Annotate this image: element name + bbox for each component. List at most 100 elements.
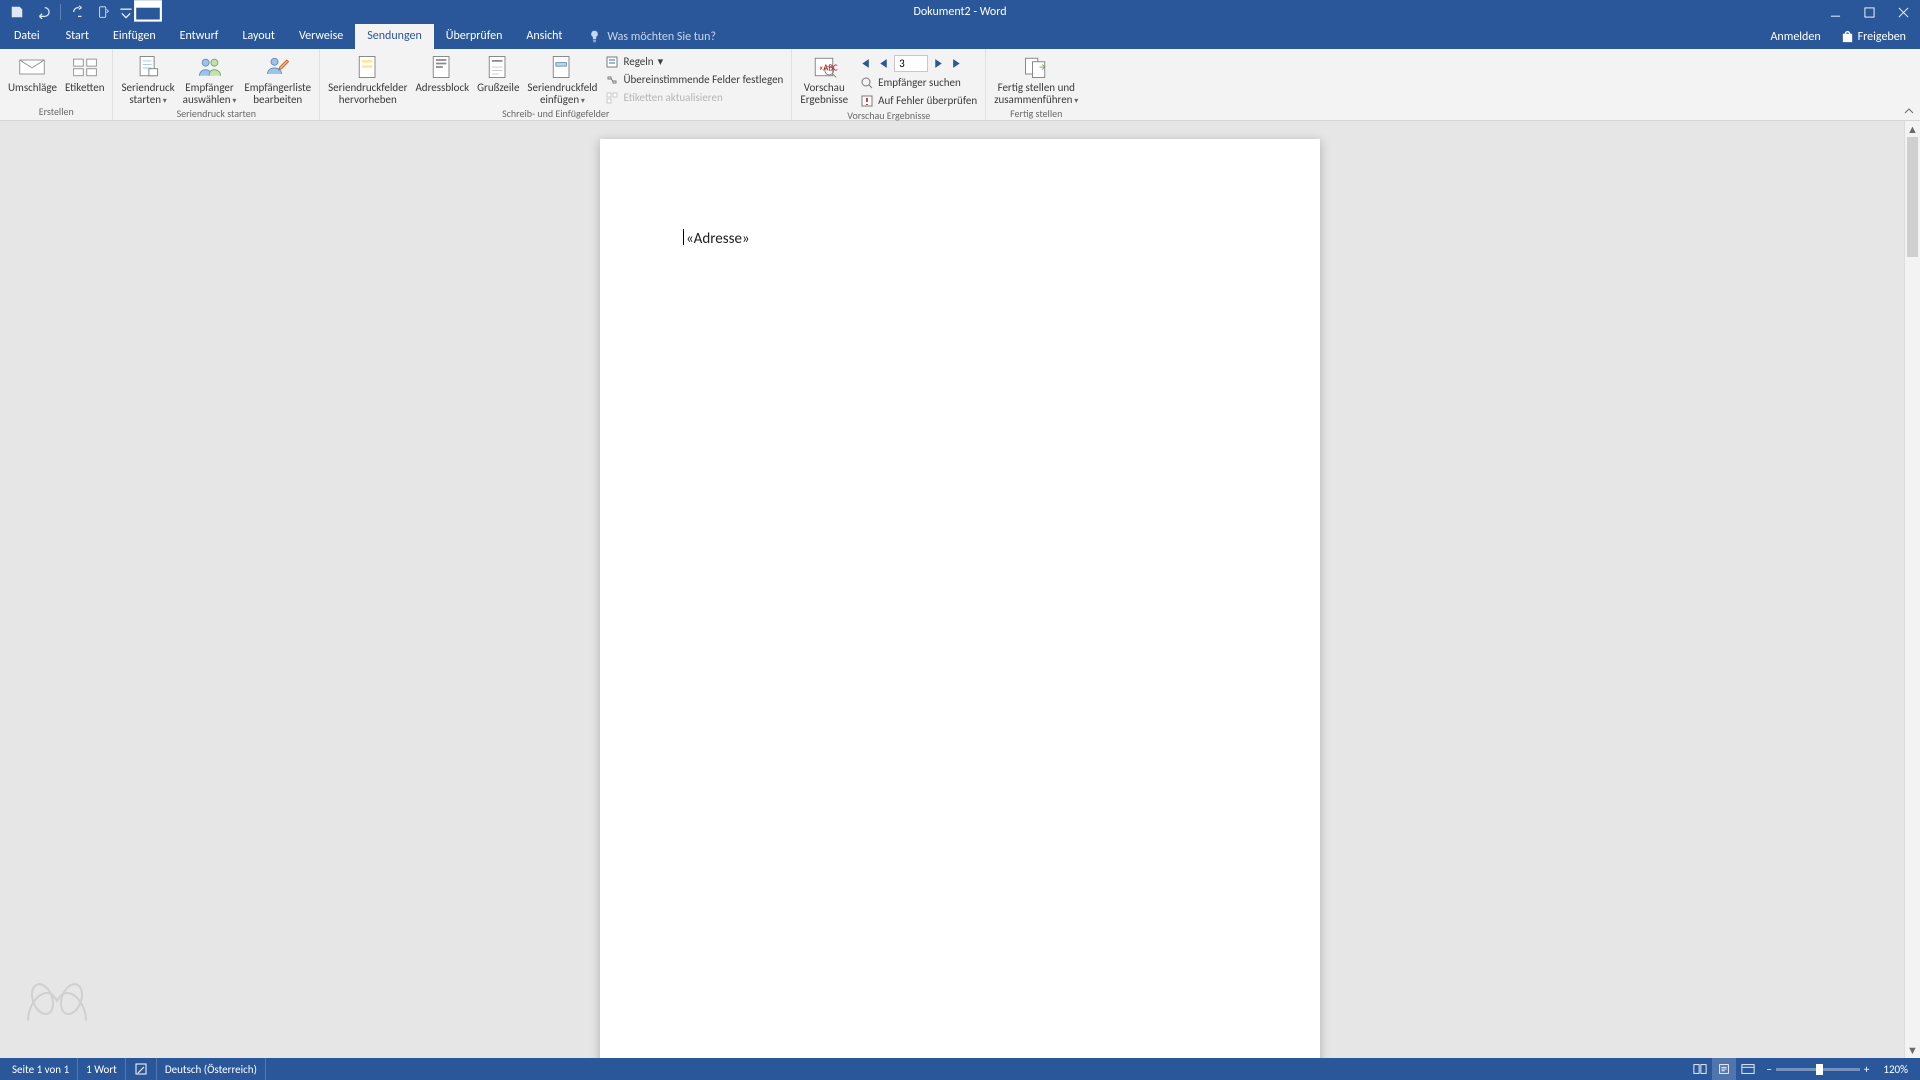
group-fertig-stellen: Fertig stellen und zusammenführen Fertig… bbox=[986, 49, 1086, 120]
ribbon-display-options-button[interactable] bbox=[133, 0, 163, 24]
address-block-button[interactable]: Adressblock bbox=[411, 51, 473, 94]
view-web-layout-button[interactable] bbox=[1736, 1058, 1760, 1080]
group-seriendruck-starten: Seriendruck starten Empfänger auswählen … bbox=[113, 49, 320, 120]
prev-record-button[interactable] bbox=[875, 55, 892, 72]
recipients-icon bbox=[194, 53, 226, 81]
edit-recipient-list-button[interactable]: Empfängerliste bearbeiten bbox=[240, 51, 315, 106]
tell-me-input[interactable] bbox=[607, 30, 787, 44]
last-record-button[interactable] bbox=[949, 55, 966, 72]
status-word-count[interactable]: 1 Wort bbox=[78, 1058, 126, 1080]
merge-field-text: «Adresse» bbox=[686, 230, 750, 248]
close-button[interactable] bbox=[1886, 0, 1920, 24]
page[interactable]: «Adresse» bbox=[600, 139, 1320, 1058]
error-check-icon bbox=[860, 94, 874, 108]
status-page[interactable]: Seite 1 von 1 bbox=[4, 1058, 78, 1080]
maximize-button[interactable] bbox=[1852, 0, 1886, 24]
record-navigation bbox=[856, 53, 981, 73]
group-label-felder: Schreib- und Einfügefelder bbox=[320, 107, 791, 121]
merge-field-icon bbox=[546, 53, 578, 81]
zoom-in-button[interactable]: + bbox=[1864, 1063, 1869, 1076]
tab-mailings[interactable]: Sendungen bbox=[355, 24, 434, 49]
scroll-down-button[interactable]: ▼ bbox=[1905, 1042, 1920, 1058]
zoom-slider[interactable] bbox=[1776, 1068, 1860, 1071]
labels-button[interactable]: Etiketten bbox=[61, 51, 109, 94]
find-recipient-button[interactable]: Empfänger suchen bbox=[856, 74, 981, 91]
preview-results-button[interactable]: «ABC» Vorschau Ergebnisse bbox=[796, 51, 852, 106]
tab-review[interactable]: Überprüfen bbox=[434, 24, 515, 49]
group-felder: Seriendruckfelder hervorheben Adressbloc… bbox=[320, 49, 792, 120]
ribbon: Umschläge Etiketten Erstellen Seriendruc… bbox=[0, 49, 1920, 121]
tab-file[interactable]: Datei bbox=[0, 24, 54, 49]
group-label-seriendruck: Seriendruck starten bbox=[113, 107, 319, 121]
tab-references[interactable]: Verweise bbox=[287, 24, 355, 49]
document-area: «Adresse» ▲ ▼ bbox=[0, 121, 1920, 1058]
scroll-up-button[interactable]: ▲ bbox=[1905, 121, 1920, 137]
search-icon bbox=[860, 76, 874, 90]
check-errors-button[interactable]: Auf Fehler überprüfen bbox=[856, 92, 981, 109]
svg-text:«ABC»: «ABC» bbox=[819, 64, 838, 74]
envelope-icon bbox=[16, 53, 48, 81]
zoom-controls: − + bbox=[1760, 1063, 1875, 1076]
envelopes-button[interactable]: Umschläge bbox=[4, 51, 61, 94]
save-button[interactable] bbox=[6, 1, 28, 23]
view-print-layout-button[interactable] bbox=[1712, 1058, 1736, 1080]
tab-insert[interactable]: Einfügen bbox=[101, 24, 168, 49]
text-cursor bbox=[683, 229, 684, 245]
group-label-erstellen: Erstellen bbox=[0, 105, 112, 120]
tab-layout[interactable]: Layout bbox=[230, 24, 287, 49]
status-bar: Seite 1 von 1 1 Wort Deutsch (Österreich… bbox=[0, 1058, 1920, 1080]
lightbulb-icon bbox=[588, 30, 601, 43]
group-label-fertig: Fertig stellen bbox=[986, 107, 1086, 121]
record-number-input[interactable] bbox=[894, 55, 928, 72]
insert-merge-field-button[interactable]: Seriendruckfeld einfügen bbox=[523, 51, 601, 107]
document-icon bbox=[132, 53, 164, 81]
address-block-icon bbox=[426, 53, 458, 81]
greeting-line-button[interactable]: Grußzeile bbox=[473, 51, 523, 94]
collapse-ribbon-button[interactable] bbox=[1902, 104, 1916, 118]
greeting-icon bbox=[482, 53, 514, 81]
select-recipients-button[interactable]: Empfänger auswählen bbox=[179, 51, 241, 107]
tell-me[interactable] bbox=[588, 24, 787, 49]
minimize-button[interactable] bbox=[1818, 0, 1852, 24]
highlight-icon bbox=[352, 53, 384, 81]
labels-icon bbox=[69, 53, 101, 81]
finish-icon bbox=[1020, 53, 1052, 81]
status-language[interactable]: Deutsch (Österreich) bbox=[157, 1058, 266, 1080]
scroll-thumb[interactable] bbox=[1907, 137, 1918, 257]
rules-icon bbox=[605, 55, 619, 69]
match-fields-button[interactable]: Übereinstimmende Felder festlegen bbox=[601, 71, 787, 88]
highlight-merge-fields-button[interactable]: Seriendruckfelder hervorheben bbox=[324, 51, 411, 106]
share-label: Freigeben bbox=[1858, 30, 1906, 44]
undo-button[interactable] bbox=[32, 1, 54, 23]
zoom-level[interactable]: 120% bbox=[1875, 1058, 1916, 1080]
update-labels-button: Etiketten aktualisieren bbox=[601, 89, 787, 106]
tab-start[interactable]: Start bbox=[54, 24, 101, 49]
next-record-button[interactable] bbox=[930, 55, 947, 72]
quick-access-toolbar bbox=[0, 1, 133, 23]
edit-recipients-icon bbox=[262, 53, 294, 81]
status-proofing[interactable] bbox=[126, 1058, 157, 1080]
vertical-scrollbar[interactable]: ▲ ▼ bbox=[1904, 121, 1920, 1058]
zoom-out-button[interactable]: − bbox=[1766, 1063, 1771, 1076]
match-fields-icon bbox=[605, 73, 619, 87]
decorative-watermark bbox=[18, 972, 96, 1030]
title-bar: Dokument2 - Word bbox=[0, 0, 1920, 24]
first-record-button[interactable] bbox=[856, 55, 873, 72]
touch-mode-button[interactable] bbox=[93, 1, 115, 23]
qat-customize-button[interactable] bbox=[119, 1, 133, 23]
finish-merge-button[interactable]: Fertig stellen und zusammenführen bbox=[990, 51, 1082, 107]
start-mail-merge-button[interactable]: Seriendruck starten bbox=[117, 51, 178, 107]
sign-in-button[interactable]: Anmelden bbox=[1764, 30, 1826, 44]
update-labels-icon bbox=[605, 91, 619, 105]
window-title: Dokument2 - Word bbox=[913, 5, 1006, 19]
proofing-icon bbox=[134, 1062, 148, 1076]
tab-design[interactable]: Entwurf bbox=[168, 24, 231, 49]
window-controls bbox=[1818, 0, 1920, 24]
tab-view[interactable]: Ansicht bbox=[514, 24, 574, 49]
ribbon-tabs: Datei Start Einfügen Entwurf Layout Verw… bbox=[0, 24, 1920, 49]
share-button[interactable]: Freigeben bbox=[1835, 30, 1912, 44]
redo-button[interactable] bbox=[67, 1, 89, 23]
rules-button[interactable]: Regeln ▾ bbox=[601, 53, 787, 70]
view-read-mode-button[interactable] bbox=[1688, 1058, 1712, 1080]
group-erstellen: Umschläge Etiketten Erstellen bbox=[0, 49, 113, 120]
